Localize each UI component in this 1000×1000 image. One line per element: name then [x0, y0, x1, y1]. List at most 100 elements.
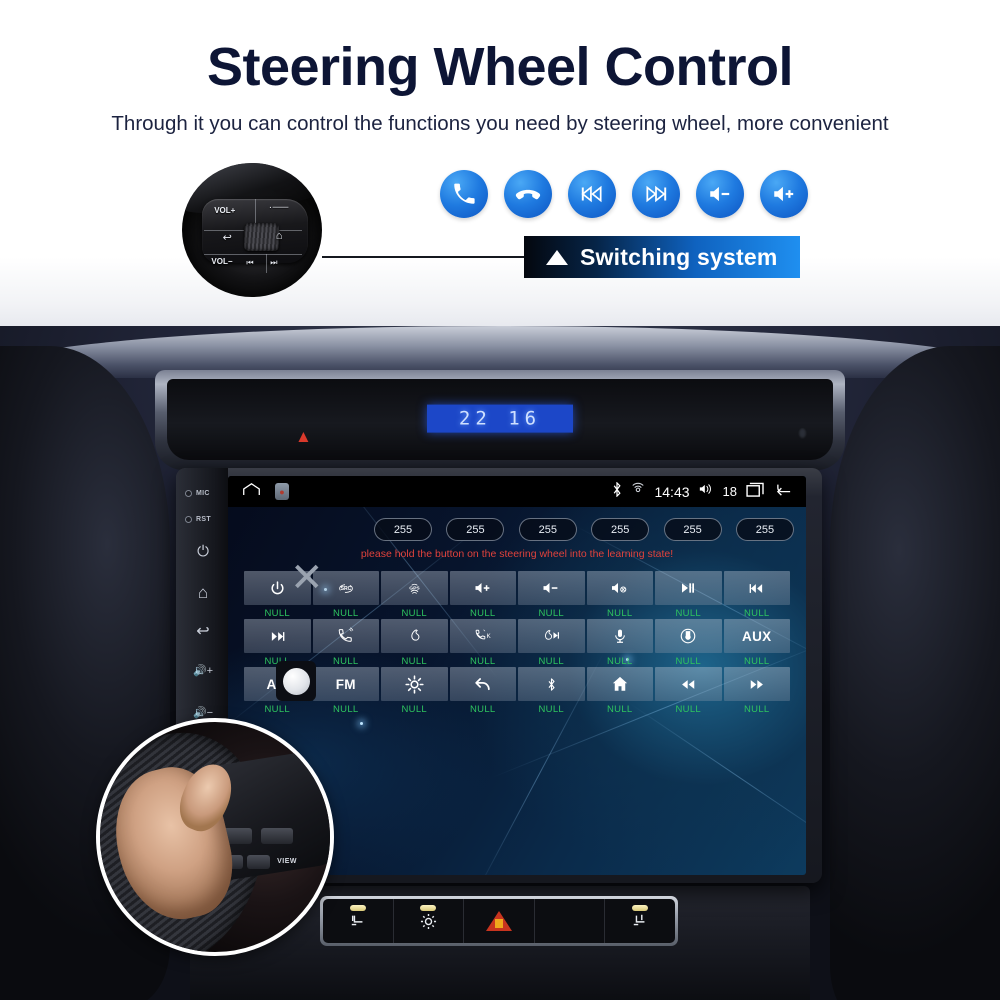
status-bar-right: 14:43 18: [612, 480, 794, 502]
key-cell: NULL: [449, 571, 516, 619]
mute-key[interactable]: [586, 571, 653, 605]
home-key[interactable]: [586, 667, 653, 701]
mute-icon: [609, 579, 630, 597]
vol-up-icon: [473, 579, 493, 597]
aux-key[interactable]: AUX: [723, 619, 790, 653]
prev-icon: [747, 581, 766, 596]
home-button[interactable]: ⌂: [192, 584, 214, 601]
learning-value-pill[interactable]: 255: [591, 518, 650, 541]
previous-track-key[interactable]: [723, 571, 790, 605]
next-track-key[interactable]: [244, 619, 311, 653]
page-root: Steering Wheel Control Through it you ca…: [0, 0, 1000, 1000]
learning-value-pill[interactable]: 255: [735, 518, 794, 541]
page-title: Steering Wheel Control: [206, 37, 794, 97]
volume-up-button[interactable]: 🔊+: [192, 666, 214, 677]
learning-value-pill[interactable]: 255: [663, 518, 722, 541]
brightness-key[interactable]: [381, 667, 448, 701]
mic-indicator-label: MIC: [196, 490, 210, 497]
play-pause-key[interactable]: [655, 571, 722, 605]
key-cell: NULL: [586, 619, 653, 667]
key-cell: NULL: [655, 667, 722, 715]
recents-icon[interactable]: [746, 482, 765, 502]
key-cell: NULL: [723, 571, 790, 619]
back-icon[interactable]: [774, 482, 794, 501]
key-status-label: NULL: [675, 704, 701, 715]
swc-vol-up-label: VOL+: [214, 205, 236, 215]
dash-trim-bezel: ▲ 22 16: [155, 370, 845, 470]
volume-up-icon[interactable]: [760, 170, 808, 218]
swc-next-icon[interactable]: ⏭: [270, 259, 277, 267]
voice-assist-key[interactable]: [655, 619, 722, 653]
mic-icon: [612, 627, 628, 645]
page-subtitle: Through it you can control the functions…: [111, 112, 889, 135]
hand-on-steering-wheel-inset: VIEW: [96, 718, 334, 956]
volume-down-key[interactable]: [518, 571, 585, 605]
learning-value-pill[interactable]: 255: [374, 518, 432, 541]
swc-home-icon[interactable]: ⌂: [276, 231, 283, 242]
bluetooth-key[interactable]: [518, 667, 585, 701]
hazard-button[interactable]: [464, 899, 535, 943]
call-answer-k-key[interactable]: K: [449, 619, 516, 653]
power-icon: [269, 580, 286, 597]
reset-indicator-dot[interactable]: [185, 516, 192, 523]
call-answer-icon[interactable]: [440, 170, 488, 218]
console-button-strip-inner: [323, 899, 675, 943]
blank-button: [535, 899, 606, 943]
trim-sensor-dot: [798, 427, 807, 439]
return-key[interactable]: [449, 667, 516, 701]
call-answer-key[interactable]: [312, 619, 379, 653]
heated-seat-left-button[interactable]: [323, 899, 394, 943]
status-bar-time: 14:43: [654, 483, 690, 500]
wheel-key-right[interactable]: [261, 827, 294, 844]
hangup-skip-icon: [539, 628, 563, 645]
scroll-wheel[interactable]: [243, 223, 279, 252]
lcd-display: 22 16: [427, 404, 573, 433]
key-cell: NULL: [381, 667, 448, 715]
key-cell: NULL: [518, 667, 585, 715]
pad-divider-v2: [266, 254, 267, 273]
home-icon[interactable]: [242, 482, 261, 501]
swc-voice-icon[interactable]: ·⸺: [269, 203, 289, 213]
call-hangup-key[interactable]: [381, 619, 448, 653]
home-icon: [611, 675, 629, 693]
swc-back-icon[interactable]: ↩: [223, 232, 232, 244]
key-cell: NULL: [586, 571, 653, 619]
learning-value-pill[interactable]: 255: [446, 518, 505, 541]
key-status-label: NULL: [675, 608, 701, 619]
speaker-icon: [699, 482, 714, 501]
status-bar-left: ●: [242, 482, 289, 501]
indicator-lamp: [632, 905, 649, 911]
src-icon: SRC: [335, 580, 357, 597]
swc-prev-icon[interactable]: ⏮: [246, 259, 253, 267]
svg-text:K: K: [486, 632, 491, 639]
key-cell: NULL: [723, 667, 790, 715]
forward-key[interactable]: [723, 667, 790, 701]
back-button[interactable]: ↩: [192, 624, 214, 640]
rotary-knob[interactable]: [276, 661, 316, 701]
hangup-skip-key[interactable]: [518, 619, 585, 653]
volume-up-key[interactable]: [449, 571, 516, 605]
learning-value-pill[interactable]: 255: [518, 518, 577, 541]
next-track-icon[interactable]: [632, 170, 680, 218]
app-icon[interactable]: ●: [275, 483, 289, 500]
rewind-key[interactable]: [655, 667, 722, 701]
previous-track-icon[interactable]: [568, 170, 616, 218]
function-icon-row: [440, 170, 808, 218]
indicator-lamp: [349, 905, 366, 911]
key-cell: AUX NULL: [723, 619, 790, 667]
gps-key[interactable]: GPS: [381, 571, 448, 605]
heated-seat-right-button[interactable]: [605, 899, 675, 943]
microphone-key[interactable]: [586, 619, 653, 653]
power-button[interactable]: ⏻: [192, 544, 214, 559]
volume-down-icon[interactable]: [696, 170, 744, 218]
bluetooth-icon: [612, 480, 622, 502]
dash-light-button[interactable]: [394, 899, 465, 943]
key-status-label: NULL: [675, 656, 701, 667]
fm-band-key[interactable]: FM: [312, 667, 379, 701]
close-icon[interactable]: ✕: [290, 558, 324, 598]
call-hangup-icon[interactable]: [504, 170, 552, 218]
switching-system-banner[interactable]: Switching system: [524, 236, 800, 278]
wheel-key-settings[interactable]: [247, 855, 271, 870]
header-section: Steering Wheel Control Through it you ca…: [0, 0, 1000, 330]
vol-down-icon: [541, 579, 561, 597]
